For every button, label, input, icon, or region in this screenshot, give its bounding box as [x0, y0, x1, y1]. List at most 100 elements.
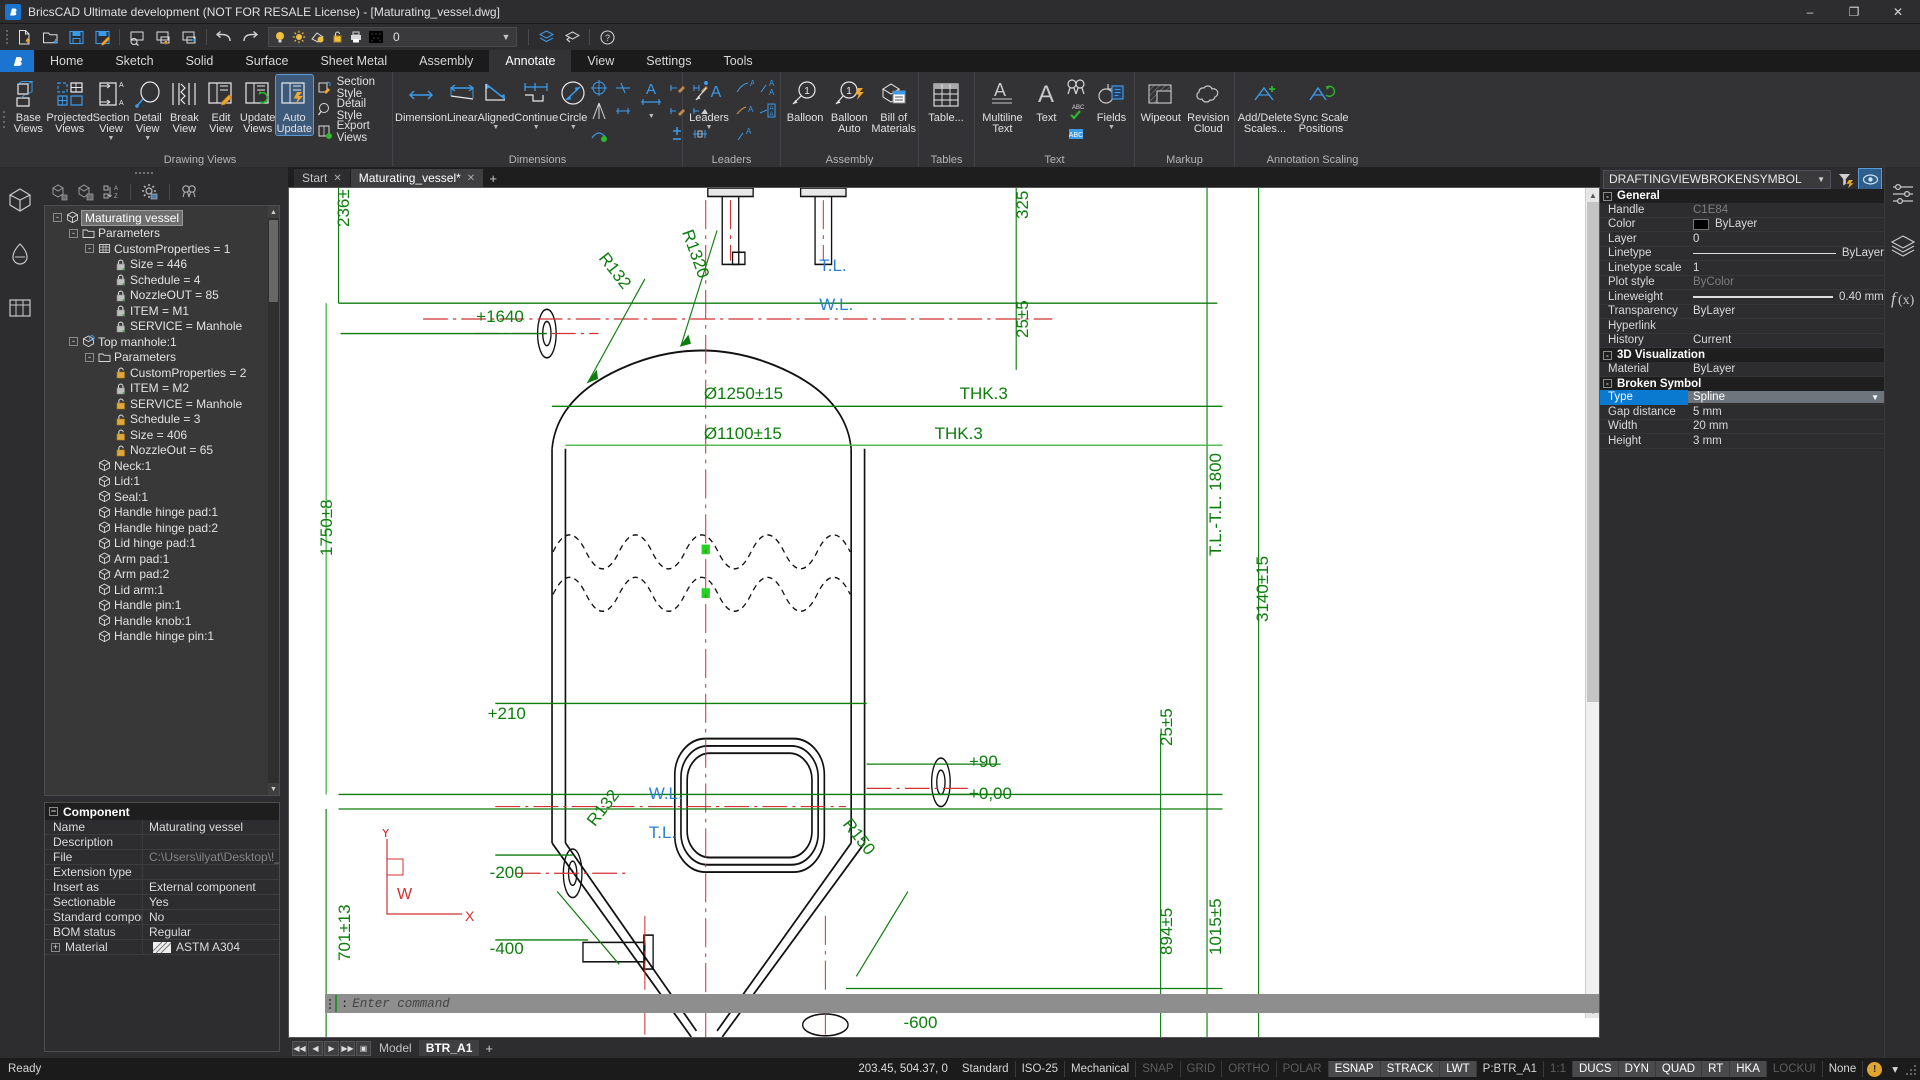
- component-property-value[interactable]: Yes: [143, 895, 279, 909]
- tree-item[interactable]: ITEM = M2: [49, 381, 269, 397]
- property-value[interactable]: Current: [1688, 334, 1884, 346]
- status-toggle-ortho[interactable]: ORTHO: [1222, 1061, 1277, 1077]
- tree-item[interactable]: - Maturating vessel: [49, 209, 269, 226]
- plot-layer-icon[interactable]: [347, 26, 365, 48]
- new-file-icon[interactable]: [12, 26, 36, 48]
- command-line[interactable]: : Enter command: [325, 994, 1599, 1013]
- property-row[interactable]: Plot style ByColor: [1600, 276, 1884, 290]
- dimension-edit-button[interactable]: A ▼: [636, 75, 666, 120]
- new-document-tab-button[interactable]: +: [484, 169, 502, 187]
- toolbar-grip[interactable]: [4, 28, 10, 46]
- tree-item[interactable]: Handle pin:1: [49, 598, 269, 614]
- component-property-value[interactable]: External component: [143, 880, 279, 894]
- render-icon[interactable]: [5, 239, 35, 269]
- ribbon-tab-tools[interactable]: Tools: [707, 50, 768, 72]
- property-value[interactable]: Spline ▼: [1688, 391, 1884, 404]
- property-row[interactable]: Color ByLayer: [1600, 218, 1884, 232]
- status-toggle-polar[interactable]: POLAR: [1277, 1061, 1329, 1077]
- property-value[interactable]: C1E84: [1688, 204, 1884, 216]
- component-property-value[interactable]: No: [143, 910, 279, 924]
- property-row[interactable]: Transparency ByLayer: [1600, 305, 1884, 319]
- balloon-auto-button[interactable]: 1 Balloon Auto: [827, 75, 871, 135]
- leader-remove-icon[interactable]: A: [733, 123, 755, 145]
- leader-edit-icon[interactable]: A: [733, 100, 755, 122]
- edit-chevron-down-icon[interactable]: ▼: [648, 113, 655, 120]
- filter-icon[interactable]: [1834, 169, 1856, 189]
- fields-chevron-down-icon[interactable]: ▼: [1108, 124, 1115, 131]
- component-property-value[interactable]: C:\Users\ilyat\Desktop\!_SUPPORT\: [143, 850, 279, 864]
- sort-az-icon[interactable]: AZ: [100, 181, 122, 203]
- centerline-icon[interactable]: [588, 100, 610, 122]
- status-toggle-rt[interactable]: RT: [1702, 1061, 1731, 1077]
- bricscad-logo-icon[interactable]: [0, 50, 34, 72]
- leaders-button[interactable]: A Leaders ▼: [685, 75, 733, 131]
- layout-first-button[interactable]: ◀◀: [292, 1040, 307, 1056]
- tree-item[interactable]: Handle hinge pad:2: [49, 520, 269, 536]
- property-value[interactable]: ByLayer: [1688, 218, 1884, 230]
- property-row[interactable]: Linetype scale 1: [1600, 261, 1884, 276]
- leader-add-icon[interactable]: A: [733, 77, 755, 99]
- command-line-grip[interactable]: [325, 998, 335, 1009]
- add-delete-scales-button[interactable]: Add/Delete Scales...: [1237, 75, 1293, 135]
- help-icon[interactable]: ?: [595, 26, 619, 48]
- continue-chevron-down-icon[interactable]: ▼: [533, 124, 540, 131]
- property-row[interactable]: Height 3 mm: [1600, 434, 1884, 449]
- sync-scale-positions-button[interactable]: Sync Scale Positions: [1293, 75, 1349, 135]
- entity-selector-chevron-down-icon[interactable]: ▼: [1812, 175, 1830, 184]
- section-style-button[interactable]: Section Style: [313, 76, 390, 100]
- collapse-icon[interactable]: −: [49, 807, 58, 816]
- tree-scroll-up-icon[interactable]: ▲: [268, 206, 279, 218]
- tree-item[interactable]: CustomProperties = 2: [49, 365, 269, 381]
- component-property-value[interactable]: ASTM A304: [143, 940, 279, 954]
- export-views-button[interactable]: Export Views: [313, 120, 390, 144]
- status-toggle-mechanical[interactable]: Mechanical: [1065, 1061, 1137, 1077]
- ribbon-tab-assembly[interactable]: Assembly: [403, 50, 489, 72]
- dim-arc-icon[interactable]: [588, 123, 610, 145]
- tree-item[interactable]: - Top manhole:1: [49, 334, 269, 350]
- continue-dimension-button[interactable]: Continue ▼: [514, 75, 558, 131]
- layer-previous-icon[interactable]: [560, 26, 584, 48]
- canvas-scroll-thumb[interactable]: [1587, 202, 1599, 702]
- status-toggle-ducs[interactable]: DUCS: [1573, 1061, 1619, 1077]
- status-toggle-p-btr-a1[interactable]: P:BTR_A1: [1477, 1061, 1544, 1077]
- layer-dropdown-chevron-down-icon[interactable]: ▼: [498, 32, 514, 42]
- status-toggle-grid[interactable]: GRID: [1181, 1061, 1223, 1077]
- ribbon-tab-view[interactable]: View: [571, 50, 630, 72]
- status-toggle-strack[interactable]: STRACK: [1380, 1061, 1441, 1077]
- document-tab[interactable]: Start ✕: [294, 169, 350, 187]
- tree-item[interactable]: Schedule = 4: [49, 272, 269, 288]
- wipeout-button[interactable]: Wipeout: [1137, 75, 1185, 124]
- status-toggle-esnap[interactable]: ESNAP: [1328, 1061, 1381, 1077]
- status-chevron-down-icon[interactable]: ▾: [1886, 1061, 1904, 1077]
- tree-item[interactable]: - Parameters: [49, 350, 269, 366]
- export-icon[interactable]: [177, 26, 201, 48]
- function-fx-icon[interactable]: f (x): [1888, 283, 1918, 313]
- property-value[interactable]: 3 mm: [1688, 435, 1884, 447]
- add-layout-button[interactable]: +: [480, 1041, 498, 1056]
- save-as-icon[interactable]: [90, 26, 114, 48]
- tree-item[interactable]: Seal:1: [49, 489, 269, 505]
- property-row[interactable]: Type Spline ▼: [1600, 390, 1884, 405]
- tree-item[interactable]: Arm pad:2: [49, 567, 269, 583]
- aligned-chevron-down-icon[interactable]: ▼: [492, 124, 499, 131]
- tree-item[interactable]: Size = 406: [49, 427, 269, 443]
- ribbon-tab-home[interactable]: Home: [34, 50, 99, 72]
- lock-icon[interactable]: [328, 26, 346, 48]
- maximize-button[interactable]: ❐: [1832, 0, 1876, 24]
- tree-item[interactable]: Handle hinge pin:1: [49, 629, 269, 645]
- property-row[interactable]: Handle C1E84: [1600, 203, 1884, 218]
- base-views-button[interactable]: Base Views: [10, 75, 47, 135]
- canvas-scrollbar[interactable]: ▲ ▼: [1585, 188, 1599, 1018]
- aligned-dimension-button[interactable]: Aligned ▼: [478, 75, 514, 131]
- property-group-header[interactable]: - Broken Symbol: [1600, 376, 1884, 391]
- tree-expander-icon[interactable]: -: [53, 213, 62, 223]
- close-icon[interactable]: ✕: [333, 173, 341, 184]
- status-toggle-lwt[interactable]: LWT: [1440, 1061, 1477, 1077]
- edit-view-button[interactable]: Edit View: [203, 75, 240, 135]
- detail-view-button[interactable]: Detail View ▼: [129, 75, 166, 142]
- tree-item[interactable]: Lid arm:1: [49, 582, 269, 598]
- property-value[interactable]: 5 mm: [1688, 406, 1884, 418]
- property-value[interactable]: 20 mm: [1688, 420, 1884, 432]
- plot-icon[interactable]: [151, 26, 175, 48]
- layer-control[interactable]: 0 ▼: [268, 27, 517, 47]
